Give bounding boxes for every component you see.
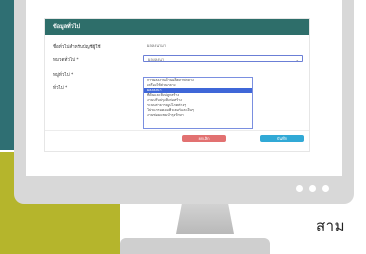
row-label-general: ทั่วไป * bbox=[53, 86, 68, 91]
category-select-value: ผลงลงนา bbox=[148, 57, 165, 62]
monitor-stand bbox=[176, 204, 234, 234]
dialog-title: ข้อมูลทั่วไป bbox=[45, 19, 309, 35]
save-button[interactable]: บันทึก bbox=[260, 135, 304, 142]
cancel-button[interactable]: ยกเลิก bbox=[182, 135, 226, 142]
monitor-indicator-dots bbox=[296, 185, 329, 192]
category-dropdown-list: การผลงงานด้านผลิตภาพกลาง เครื่องใช้ส่วนก… bbox=[143, 77, 253, 129]
background-gray-base bbox=[120, 238, 270, 254]
indicator-dot bbox=[322, 185, 329, 192]
indicator-dot bbox=[309, 185, 316, 192]
dropdown-option[interactable]: งานซ่อมแซมบำรุงรักษา bbox=[144, 113, 252, 118]
dialog-divider bbox=[45, 130, 309, 131]
row-label-group: หมู่ทั่วไป * bbox=[53, 73, 74, 78]
general-info-dialog: ข้อมูลทั่วไป ชื่อทั่วไปสำหรับบัญชีผู้ใช้… bbox=[44, 18, 310, 152]
chevron-down-icon: ⌄ bbox=[295, 57, 299, 62]
row-label-account-name: ชื่อทั่วไปสำหรับบัญชีผู้ใช้ bbox=[53, 45, 101, 50]
indicator-dot bbox=[296, 185, 303, 192]
category-select[interactable]: ผลงลงนา ⌄ bbox=[143, 55, 303, 62]
row-label-category: หมวดทั่วไป * bbox=[53, 58, 79, 63]
caption-text: สาม bbox=[316, 217, 345, 235]
account-name-value: ผลลงนามา bbox=[147, 43, 167, 48]
